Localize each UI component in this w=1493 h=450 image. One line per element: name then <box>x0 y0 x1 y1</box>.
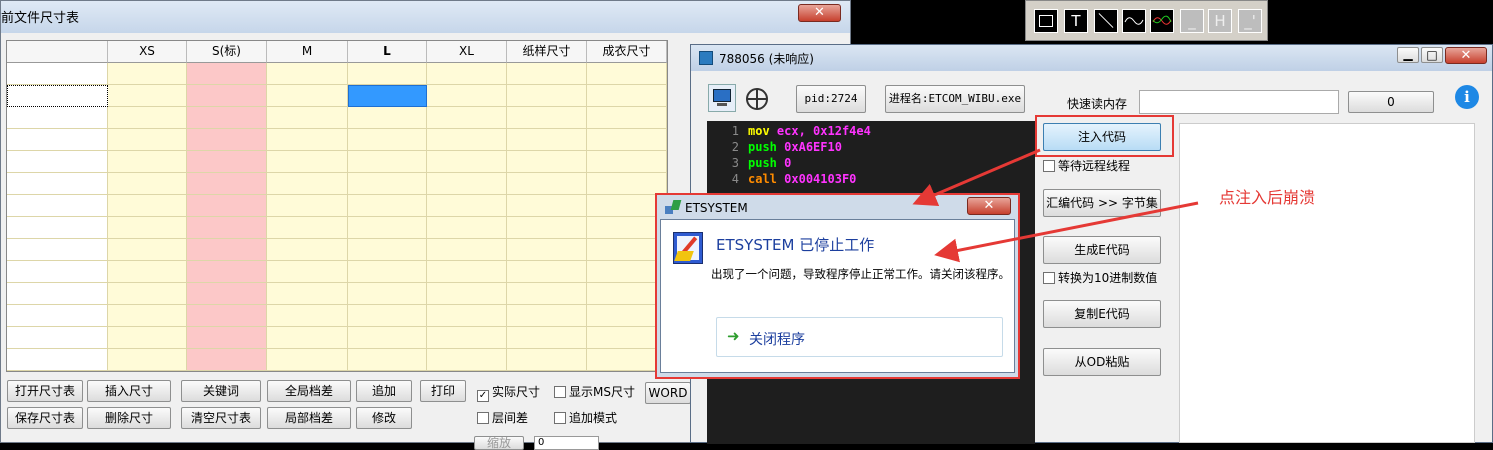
arrow-to-dialog-title <box>912 148 1041 206</box>
annotation-arrows <box>912 148 1199 263</box>
annotation-text: 点注入后崩溃 <box>1219 188 1316 207</box>
arrow-to-dialog-heading <box>934 201 1199 263</box>
